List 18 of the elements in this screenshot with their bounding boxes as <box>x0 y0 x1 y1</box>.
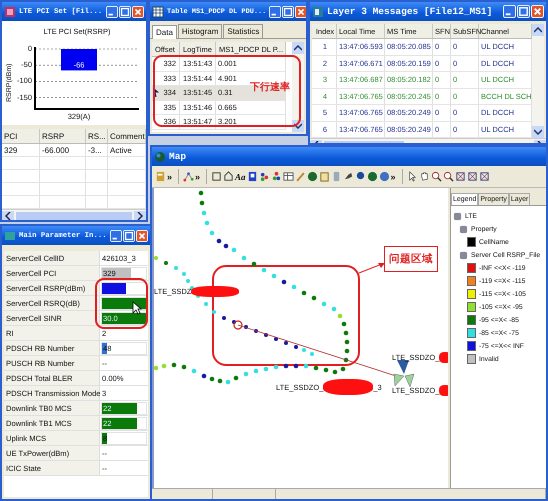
column-header[interactable]: RS... <box>86 129 108 143</box>
tab[interactable]: Statistics <box>223 24 264 38</box>
column-header[interactable]: PCI <box>2 129 40 143</box>
column-header[interactable]: RSRP <box>40 129 86 143</box>
table-cell: Active <box>108 144 146 156</box>
tab[interactable]: Histogram <box>178 24 222 38</box>
window-title: Map <box>169 151 188 162</box>
table-cell: 329 <box>2 144 40 156</box>
table-cell: -3... <box>86 144 108 156</box>
font-tool[interactable]: Aa <box>235 172 246 182</box>
column-header[interactable]: Comment <box>108 129 146 143</box>
table-cell: -66.000 <box>40 144 86 156</box>
toolbar-overflow[interactable]: » <box>167 172 172 182</box>
tab[interactable]: Data <box>152 25 177 39</box>
toolbar-overflow[interactable]: » <box>195 172 200 182</box>
annotation-label: 问题区域 <box>384 246 438 272</box>
window-title: Layer 3 Messages [File12_MS1] <box>327 6 494 17</box>
toolbar-overflow[interactable]: » <box>390 172 396 182</box>
